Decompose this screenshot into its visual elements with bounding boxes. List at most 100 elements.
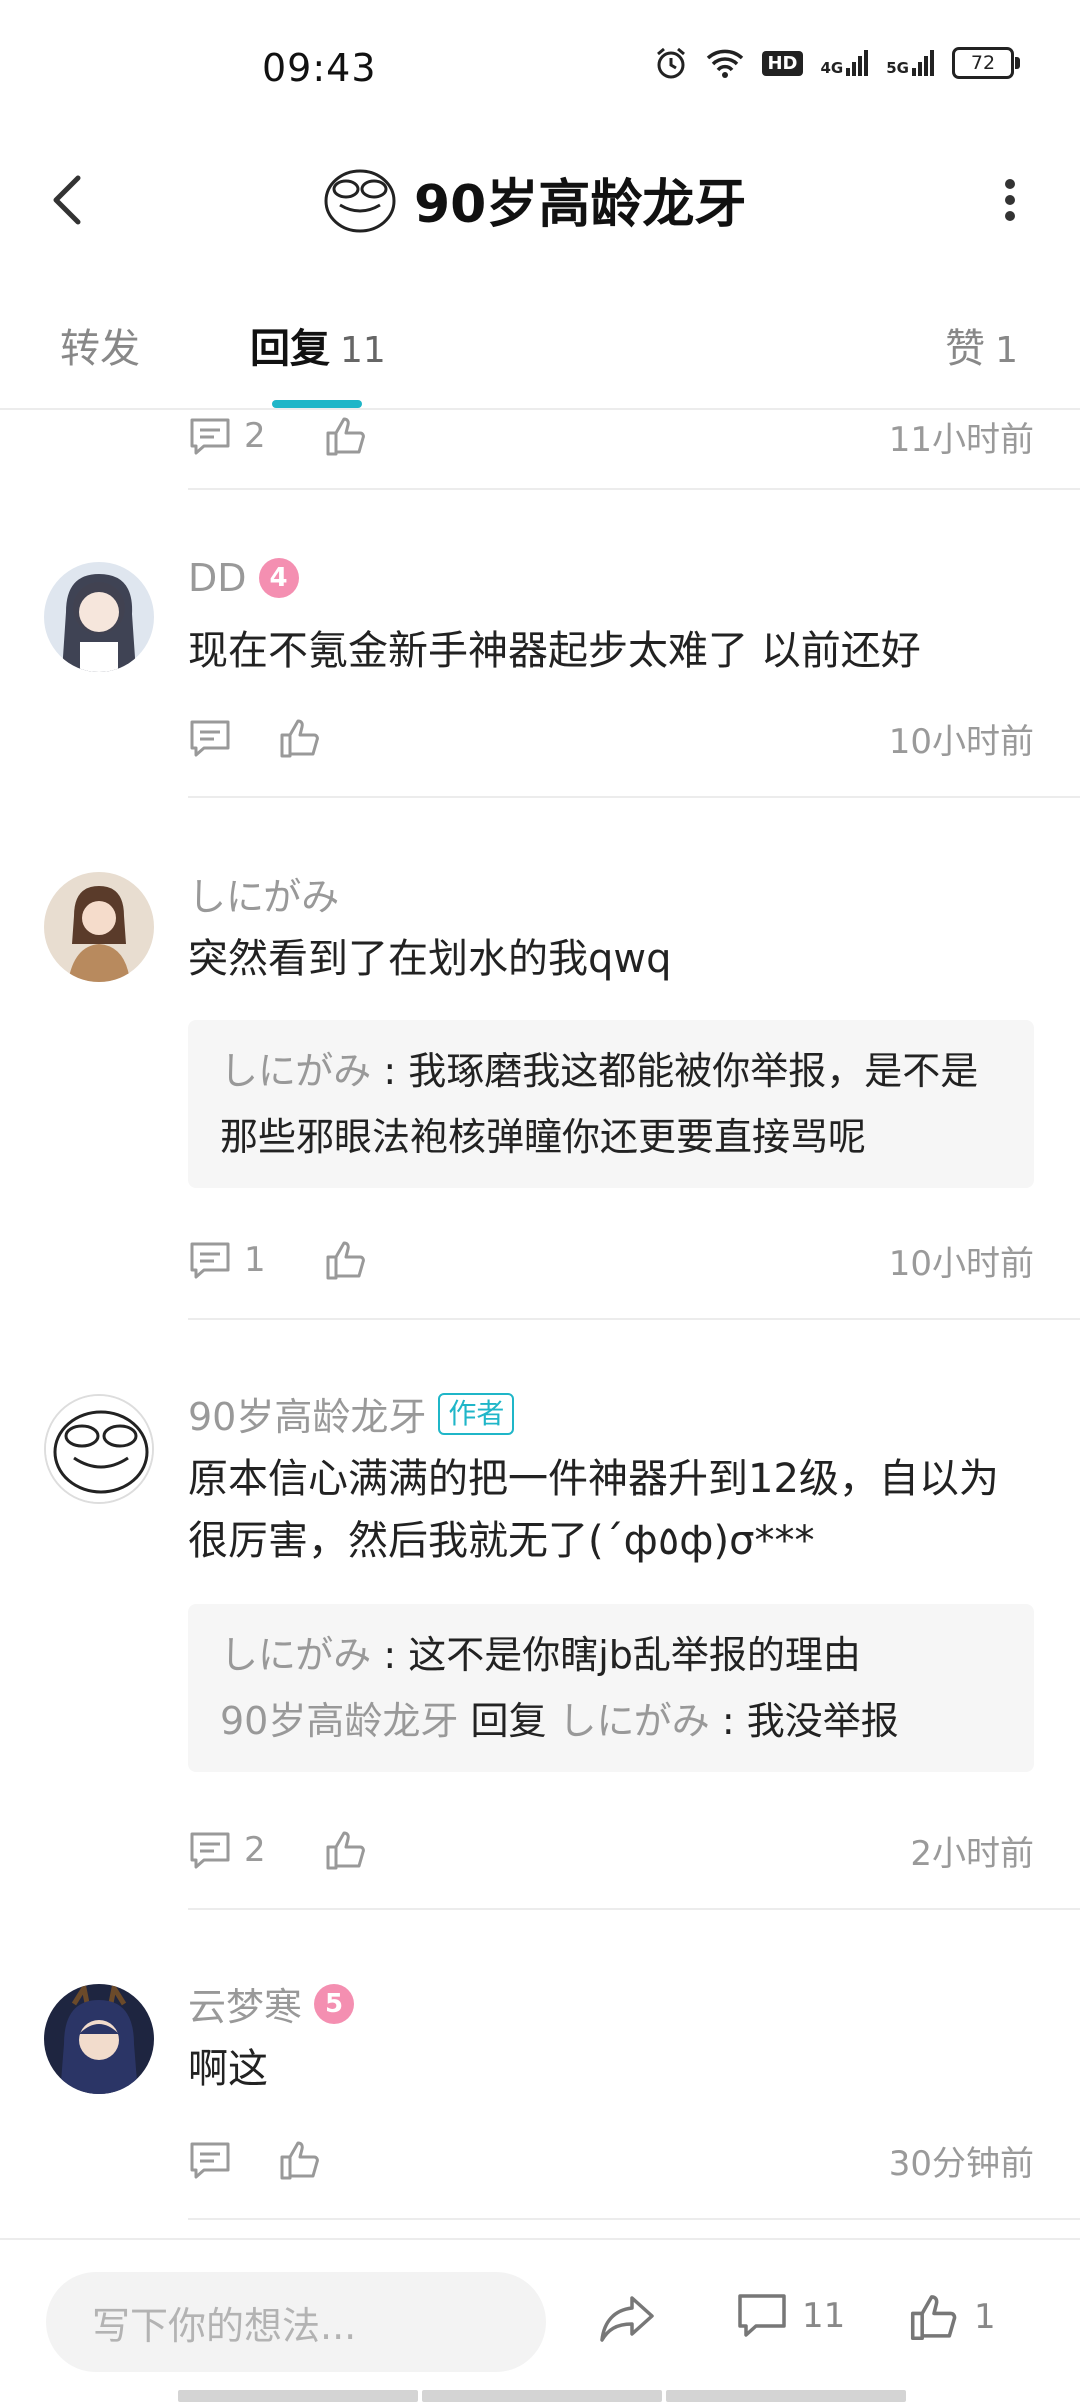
author-badge: 作者 <box>438 1392 515 1435</box>
comment-button[interactable]: 1 <box>188 1240 266 1280</box>
comment-button[interactable] <box>188 2140 232 2180</box>
level-badge: 4 <box>258 558 299 598</box>
signal-5g-icon: 5G <box>886 50 934 76</box>
sub-reply-text: 这不是你瞎jb乱举报的理由 <box>408 1633 861 1677</box>
comment-time: 10小时前 <box>888 1243 1034 1284</box>
avatar[interactable] <box>44 562 154 672</box>
header-title-group[interactable]: 90岁高龄龙牙 <box>322 162 746 237</box>
comment-button[interactable]: 2 <box>188 1830 266 1870</box>
tab-reply-count: 11 <box>340 330 386 371</box>
comment-time: 11小时前 <box>888 419 1034 460</box>
like-count-button[interactable]: 1 <box>908 2292 996 2342</box>
comment-time: 10小时前 <box>888 721 1034 762</box>
divider <box>188 1908 1080 1910</box>
tab-reply[interactable]: 回复 11 <box>250 316 386 374</box>
sub-reply: 90岁高龄龙牙 回复 しにがみ : 我没举报 <box>220 1688 1002 1754</box>
share-icon <box>600 2296 654 2342</box>
comment-username[interactable]: 云梦寒 5 <box>188 1976 355 2031</box>
like-button[interactable] <box>324 1829 368 1871</box>
reply-list[interactable]: 2 11小时前 DD 4 现在不氪金新手神器起步太难了 以前还好 10小时前 し… <box>0 408 1080 2238</box>
thumbs-up-icon <box>280 2141 319 2180</box>
bottom-bar: 写下你的想法... 11 1 <box>0 2238 1080 2402</box>
sub-reply-user[interactable]: しにがみ <box>220 1049 371 1093</box>
comment-icon <box>190 2142 230 2179</box>
signal-4g-icon: 4G <box>821 50 869 76</box>
tab-like[interactable]: 赞1 <box>945 316 1018 374</box>
comment-username[interactable]: DD 4 <box>188 556 299 600</box>
thumbs-up-icon <box>326 1831 365 1870</box>
comment-count-button[interactable]: 11 <box>736 2292 845 2340</box>
share-button[interactable] <box>598 2292 656 2344</box>
avatar[interactable] <box>44 1394 154 1504</box>
sub-reply-user[interactable]: しにがみ <box>220 1633 371 1677</box>
comment-count: 2 <box>244 1830 266 1870</box>
divider <box>188 796 1080 798</box>
sub-reply-text: 我没举报 <box>746 1699 899 1743</box>
comment-actions: 10小时前 <box>188 708 1034 768</box>
thumbs-up-icon <box>326 1241 365 1280</box>
username-text: 云梦寒 <box>188 1985 303 2029</box>
battery-icon: 72 <box>952 47 1020 79</box>
alarm-icon <box>657 47 686 79</box>
comment-icon <box>738 2294 786 2337</box>
like-button[interactable] <box>278 2139 322 2181</box>
comment-actions: 1 10小时前 <box>188 1230 1034 1290</box>
sub-reply-reply-word: 回复 <box>458 1699 559 1743</box>
sub-reply: しにがみ : 这不是你瞎jb乱举报的理由 <box>220 1622 1002 1688</box>
comment-count: 1 <box>244 1240 266 1280</box>
back-icon[interactable] <box>40 170 100 230</box>
comment-text: 啊这 <box>188 2046 268 2092</box>
bottom-like-count: 1 <box>974 2297 996 2337</box>
active-tab-indicator <box>272 400 362 408</box>
tab-reply-label: 回复 <box>250 326 330 372</box>
more-options-icon[interactable] <box>990 170 1030 230</box>
comment-username[interactable]: 90岁高龄龙牙 作者 <box>188 1386 515 1441</box>
comment-button[interactable]: 2 <box>188 416 266 456</box>
comment-actions: 2 11小时前 <box>188 408 1034 466</box>
comment-actions: 30分钟前 <box>188 2130 1034 2190</box>
username-text: しにがみ <box>188 875 340 919</box>
tab-like-label: 赞 <box>945 326 986 372</box>
comment-time: 30分钟前 <box>888 2143 1034 2184</box>
comment-icon <box>190 720 230 757</box>
wifi-icon <box>707 49 744 78</box>
tab-forward[interactable]: 转发 <box>60 316 140 374</box>
reply-input[interactable]: 写下你的想法... <box>46 2272 546 2372</box>
comment-actions: 2 2小时前 <box>188 1820 1034 1880</box>
divider <box>188 1318 1080 1320</box>
tab-bar: 转发 回复 11 赞1 <box>0 300 1080 410</box>
sub-reply-box[interactable]: しにがみ : 这不是你瞎jb乱举报的理由 90岁高龄龙牙 回复 しにがみ : 我… <box>188 1604 1034 1772</box>
comment-time: 2小时前 <box>910 1833 1034 1874</box>
comment-username[interactable]: しにがみ <box>188 866 339 921</box>
battery-level: 72 <box>970 52 996 74</box>
status-time: 09:43 <box>262 46 377 90</box>
comment-count: 2 <box>244 416 266 456</box>
gesture-bar[interactable] <box>178 2390 906 2402</box>
comment-icon <box>190 1832 230 1869</box>
comment-icon <box>190 418 230 455</box>
sub-reply-separator: : <box>371 1049 409 1093</box>
sub-reply-target-user[interactable]: しにがみ <box>559 1699 710 1743</box>
thumbs-up-icon <box>326 417 365 456</box>
sub-reply: しにがみ : 我琢磨我这都能被你举报，是不是那些邪眼法袍核弹瞳你还更要直接骂呢 <box>220 1038 1002 1170</box>
sub-reply-separator: : <box>371 1633 409 1677</box>
username-text: DD <box>188 556 247 600</box>
comment-button[interactable] <box>188 718 232 758</box>
sub-reply-separator: : <box>709 1699 747 1743</box>
sub-reply-user[interactable]: 90岁高龄龙牙 <box>220 1699 458 1743</box>
avatar[interactable] <box>44 872 154 982</box>
status-icons: HD 4G 5G 72 <box>654 46 1020 80</box>
like-button[interactable] <box>278 717 322 759</box>
tab-like-count: 1 <box>995 330 1018 371</box>
sub-reply-box[interactable]: しにがみ : 我琢磨我这都能被你举报，是不是那些邪眼法袍核弹瞳你还更要直接骂呢 <box>188 1020 1034 1188</box>
status-bar: 09:43 HD 4G 5G 72 <box>0 0 1080 130</box>
comment-text: 突然看到了在划水的我qwq <box>188 936 672 982</box>
like-button[interactable] <box>324 1239 368 1281</box>
avatar[interactable] <box>44 1984 154 2094</box>
net-5g-label: 5G <box>886 59 909 77</box>
thumbs-up-icon <box>280 719 319 758</box>
like-button[interactable] <box>324 415 368 457</box>
reply-input-placeholder: 写下你的想法... <box>92 2303 357 2348</box>
author-avatar-small <box>324 169 396 232</box>
comment-icon <box>190 1242 230 1279</box>
